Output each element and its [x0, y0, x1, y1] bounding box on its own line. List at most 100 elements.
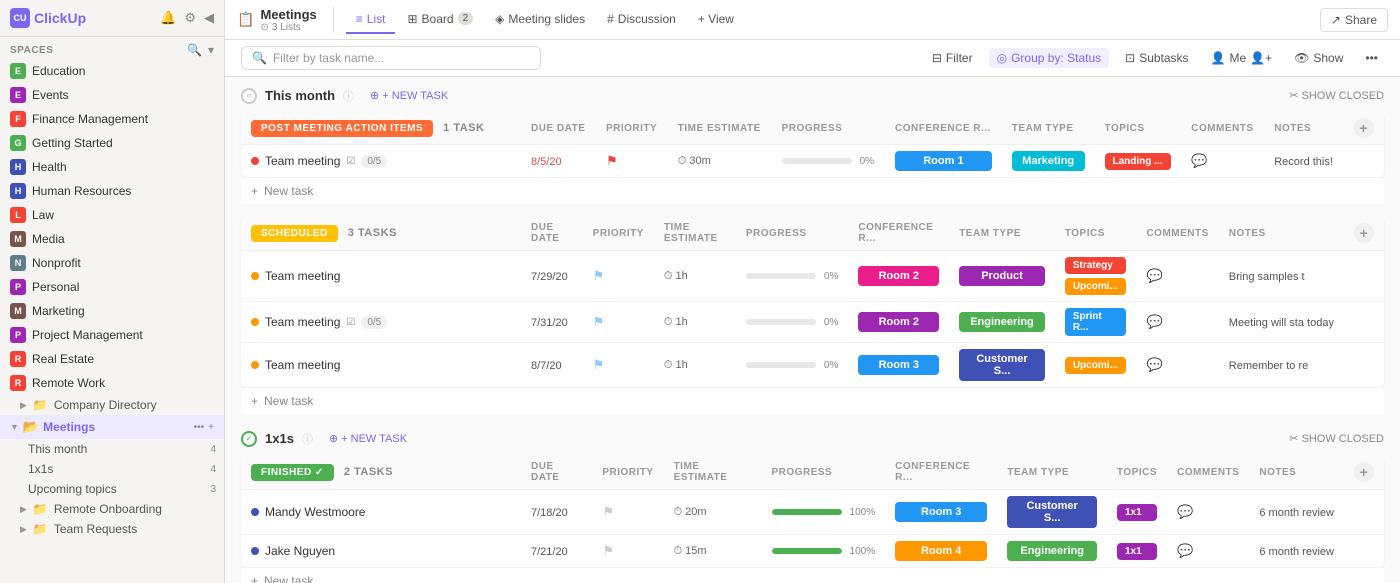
- this-month-toggle[interactable]: ○: [241, 88, 257, 104]
- bell-icon[interactable]: 🔔: [160, 10, 176, 26]
- sidebar-item-personal[interactable]: P Personal: [0, 275, 224, 299]
- s-conf-room-col: CONFERENCE R...: [848, 216, 949, 251]
- add-column-button-sched[interactable]: +: [1354, 223, 1374, 243]
- comment-icon[interactable]: 💬: [1177, 543, 1193, 558]
- sidebar-item-media[interactable]: M Media: [0, 227, 224, 251]
- nav-item-board[interactable]: ⊞ Board 2: [397, 6, 483, 34]
- f-priority-col: PRIORITY: [592, 455, 663, 490]
- nav-item-add-view[interactable]: + View: [688, 6, 744, 34]
- f-due-date-col: DUE DATE: [521, 455, 592, 490]
- task-dot: [251, 157, 259, 165]
- marketing-label: Marketing: [32, 304, 85, 318]
- 1x1s-title: 1x1s: [265, 431, 294, 446]
- this-month-show-closed[interactable]: ✂ SHOW CLOSED: [1289, 89, 1384, 102]
- sidebar-item-pm[interactable]: P Project Management: [0, 323, 224, 347]
- group-by-button[interactable]: ◎ Group by: Status: [989, 48, 1110, 68]
- sidebar-item-team-requests[interactable]: ▶ 📁 Team Requests: [0, 519, 224, 539]
- settings-icon[interactable]: ⚙: [184, 10, 196, 26]
- comment-icon[interactable]: 💬: [1146, 357, 1162, 372]
- topbar-title-area: 📋 Meetings ⊙ 3 Lists: [237, 7, 334, 33]
- subtask-icon: ☑: [346, 317, 355, 328]
- me-icon: 👤: [1211, 51, 1226, 65]
- notes-value: 6 month review: [1259, 507, 1334, 519]
- pm-label: Project Management: [32, 328, 143, 342]
- 1x1s-add-button[interactable]: ⊕ + NEW TASK: [321, 430, 415, 447]
- show-button[interactable]: 👁 Show: [1288, 48, 1349, 68]
- sidebar-item-company-dir[interactable]: ▶ 📁 Company Directory: [0, 395, 224, 415]
- priority-flag: ⚑: [602, 504, 614, 519]
- subtasks-button[interactable]: ⊡ Subtasks: [1119, 48, 1194, 68]
- comment-icon[interactable]: 💬: [1146, 314, 1162, 329]
- remotework-label: Remote Work: [32, 376, 105, 390]
- topic-badge: 1x1: [1117, 543, 1157, 560]
- sidebar-item-remotework[interactable]: R Remote Work: [0, 371, 224, 395]
- collapse-icon[interactable]: ◀: [204, 10, 214, 26]
- search-box[interactable]: 🔍 Filter by task name...: [241, 46, 541, 70]
- education-icon: E: [10, 63, 26, 79]
- nav-item-slides[interactable]: ◈ Meeting slides: [485, 6, 595, 34]
- 1x1s-toggle[interactable]: ✓: [241, 431, 257, 447]
- sidebar-item-education[interactable]: E Education: [0, 59, 224, 83]
- search-icon[interactable]: 🔍: [187, 43, 202, 57]
- nav-item-list[interactable]: ≡ List: [346, 6, 396, 34]
- sidebar-item-remote-onboarding[interactable]: ▶ 📁 Remote Onboarding: [0, 499, 224, 519]
- this-month-add-button[interactable]: ⊕ + NEW TASK: [362, 87, 456, 104]
- share-button[interactable]: ↗ Share: [1320, 8, 1388, 32]
- meetings-more-icon[interactable]: •••: [194, 422, 205, 433]
- task-name-cell: Team meeting ☑ 0/5: [241, 145, 521, 178]
- sidebar-item-realestate[interactable]: R Real Estate: [0, 347, 224, 371]
- slides-label: Meeting slides: [508, 12, 585, 26]
- add-column-button-fin[interactable]: +: [1354, 462, 1374, 482]
- add-task-post-meeting[interactable]: + New task: [241, 177, 1384, 204]
- add-task-finished[interactable]: + New task: [241, 567, 1384, 583]
- sidebar-item-events[interactable]: E Events: [0, 83, 224, 107]
- add-task-icon: +: [251, 394, 258, 408]
- me-button[interactable]: 👤 Me 👤+: [1205, 48, 1279, 68]
- sidebar-item-marketing[interactable]: M Marketing: [0, 299, 224, 323]
- 1x1s-show-closed[interactable]: ✂ SHOW CLOSED: [1289, 432, 1384, 445]
- expand-icon[interactable]: ▾: [208, 43, 214, 57]
- f-progress-col: PROGRESS: [762, 455, 886, 490]
- task-dot: [251, 547, 259, 555]
- clock-icon: ⏱: [674, 545, 683, 558]
- sidebar-subitem-1x1s[interactable]: 1x1s 4: [0, 459, 224, 479]
- meetings-add-icon[interactable]: +: [208, 422, 214, 433]
- sidebar-item-getting-started[interactable]: G Getting Started: [0, 131, 224, 155]
- sidebar-item-health[interactable]: H Health: [0, 155, 224, 179]
- team-type-col: TEAM TYPE: [1002, 112, 1095, 145]
- conf-room-col: CONFERENCE R...: [885, 112, 1002, 145]
- more-options-button[interactable]: •••: [1359, 48, 1384, 68]
- f-topics-col: TOPICS: [1107, 455, 1167, 490]
- task-name-text: Team meeting: [265, 154, 340, 168]
- comments-cell: 💬: [1181, 145, 1264, 178]
- due-date-value: 7/21/20: [531, 546, 568, 558]
- sidebar-item-law[interactable]: L Law: [0, 203, 224, 227]
- nav-item-discussion[interactable]: # Discussion: [597, 6, 686, 34]
- progress-pct: 0%: [824, 317, 838, 328]
- comment-icon[interactable]: 💬: [1191, 153, 1207, 168]
- sidebar-item-nonprofit[interactable]: N Nonprofit: [0, 251, 224, 275]
- f-time-estimate-col: TIME ESTIMATE: [664, 455, 762, 490]
- topbar-subtitle: ⊙ 3 Lists: [260, 22, 316, 33]
- toolbar: 🔍 Filter by task name... ⊟ Filter ◎ Grou…: [225, 40, 1400, 77]
- filter-button[interactable]: ⊟ Filter: [926, 48, 979, 68]
- 1x1s-info-icon[interactable]: ⓘ: [302, 431, 313, 447]
- comment-icon[interactable]: 💬: [1146, 268, 1162, 283]
- sidebar-item-meetings[interactable]: ▼ 📂 Meetings ••• +: [0, 415, 224, 439]
- topbar-actions: ↗ Share: [1320, 8, 1388, 32]
- add-task-scheduled[interactable]: + New task: [241, 387, 1384, 414]
- topic-badge: Sprint R...: [1065, 308, 1127, 336]
- discussion-label: Discussion: [618, 12, 676, 26]
- sidebar-item-hr[interactable]: H Human Resources: [0, 179, 224, 203]
- sidebar-subitem-upcoming[interactable]: Upcoming topics 3: [0, 479, 224, 499]
- add-column-button[interactable]: +: [1354, 118, 1374, 138]
- app-logo[interactable]: CU ClickUp: [10, 8, 86, 28]
- share-label: Share: [1345, 13, 1377, 27]
- task-name-text: Mandy Westmoore: [265, 505, 365, 519]
- sidebar-subitem-thismonth[interactable]: This month 4: [0, 439, 224, 459]
- priority-flag: ⚑: [602, 543, 614, 558]
- sidebar-item-finance[interactable]: F Finance Management: [0, 107, 224, 131]
- meetings-nav-icon: 📋: [237, 11, 254, 28]
- comment-icon[interactable]: 💬: [1177, 504, 1193, 519]
- this-month-info-icon[interactable]: ⓘ: [343, 88, 354, 104]
